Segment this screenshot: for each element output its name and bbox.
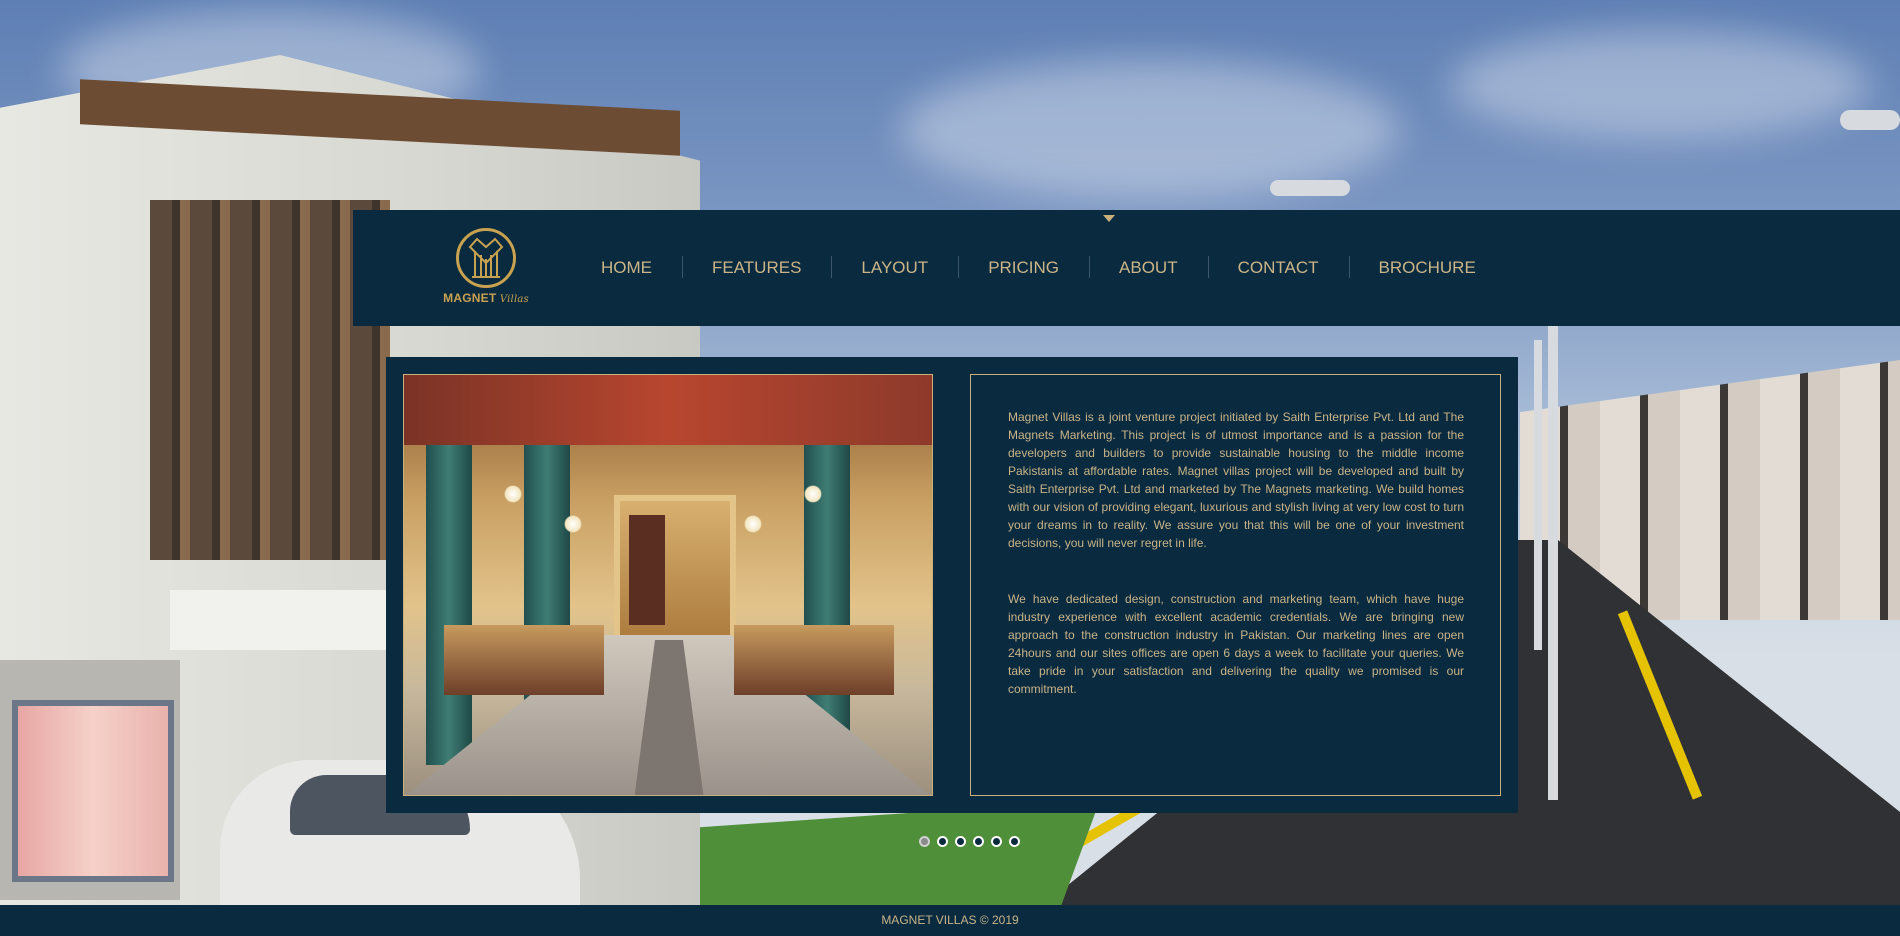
about-paragraph-2: We have dedicated design, construction a…	[1008, 592, 1464, 696]
nav-item-pricing[interactable]: PRICING	[958, 256, 1089, 278]
main-nav: HOME FEATURES LAYOUT PRICING ABOUT CONTA…	[571, 210, 1506, 326]
street-lamp	[1840, 110, 1900, 130]
site-footer: MAGNET VILLAS © 2019	[0, 905, 1900, 936]
footer-copyright: MAGNET VILLAS © 2019	[881, 913, 1019, 927]
photo-balustrade	[444, 625, 604, 695]
nav-item-contact[interactable]: CONTACT	[1207, 256, 1349, 278]
photo-lamp	[564, 515, 582, 533]
street-lamp	[1270, 180, 1350, 196]
photo-door	[629, 515, 665, 625]
nav-item-home[interactable]: HOME	[571, 258, 682, 278]
nav-item-features[interactable]: FEATURES	[682, 256, 831, 278]
interior-photo	[403, 374, 933, 796]
nav-item-layout[interactable]: LAYOUT	[831, 256, 958, 278]
slider-dot[interactable]	[937, 836, 948, 847]
slider-dots	[919, 836, 1020, 847]
photo-arch	[404, 375, 932, 445]
logo-name: MAGNET	[443, 291, 497, 305]
about-text-box: Magnet Villas is a joint venture project…	[970, 374, 1501, 796]
slider-dot[interactable]	[1009, 836, 1020, 847]
about-paragraph-1: Magnet Villas is a joint venture project…	[1008, 410, 1464, 550]
logo-tagline: Villas	[499, 294, 529, 305]
logo-text: MAGNET Villas	[441, 291, 531, 305]
street-pole	[1548, 320, 1558, 800]
slider-dot[interactable]	[991, 836, 1002, 847]
slider-dot[interactable]	[973, 836, 984, 847]
cloud	[900, 60, 1400, 200]
cloud	[1450, 30, 1870, 140]
villa-window	[12, 700, 174, 882]
slider-dot[interactable]	[919, 836, 930, 847]
photo-column	[426, 445, 472, 765]
logo[interactable]: MAGNET Villas	[441, 228, 531, 312]
about-panel: Magnet Villas is a joint venture project…	[386, 357, 1518, 813]
slider-dot[interactable]	[955, 836, 966, 847]
photo-balustrade	[734, 625, 894, 695]
photo-lamp	[504, 485, 522, 503]
photo-lamp	[744, 515, 762, 533]
nav-item-about[interactable]: ABOUT	[1089, 256, 1208, 278]
nav-item-brochure[interactable]: BROCHURE	[1348, 256, 1506, 278]
street-pole	[1534, 340, 1542, 650]
logo-emblem-icon	[456, 228, 516, 288]
site-header: MAGNET Villas HOME FEATURES LAYOUT PRICI…	[353, 210, 1900, 326]
photo-lamp	[804, 485, 822, 503]
